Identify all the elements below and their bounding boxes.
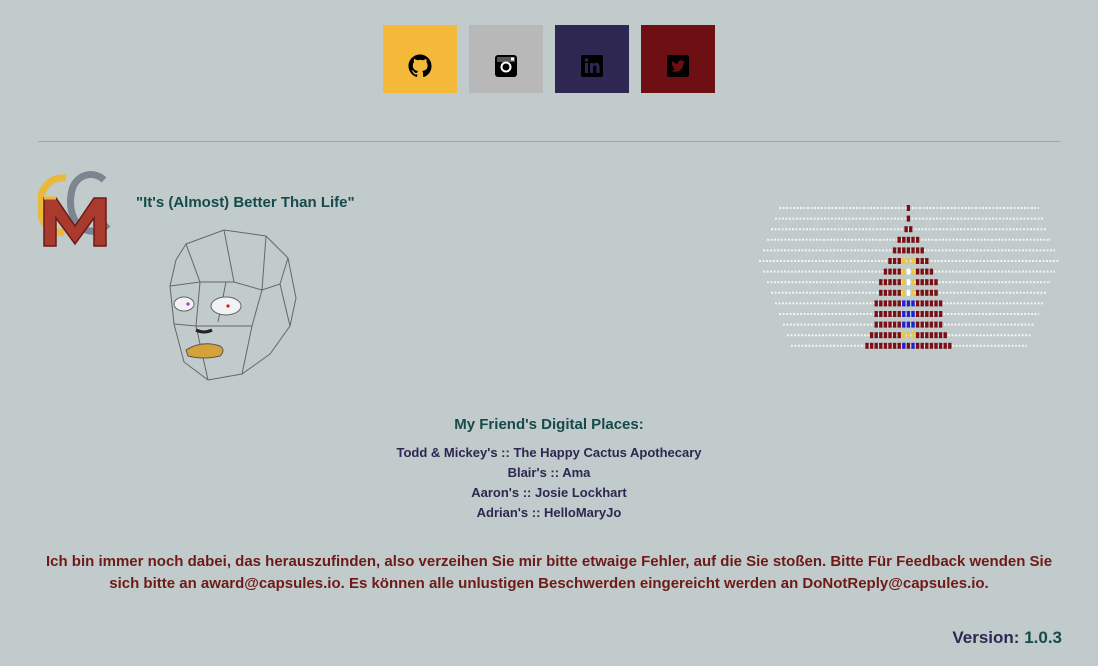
friend-link-1[interactable]: Blair's :: Ama <box>0 463 1098 483</box>
linkedin-icon <box>581 55 603 77</box>
version-info: Version: 1.0.3 <box>952 628 1062 648</box>
friend-link-0[interactable]: Todd & Mickey's :: The Happy Cactus Apot… <box>0 443 1098 463</box>
social-links <box>383 25 715 93</box>
friend-link-2[interactable]: Aaron's :: Josie Lockhart <box>0 483 1098 503</box>
face-illustration <box>169 229 297 381</box>
friends-heading: My Friend's Digital Places: <box>454 416 644 433</box>
version-number: 1.0.3 <box>1024 628 1062 647</box>
linkedin-button[interactable] <box>555 25 629 93</box>
feedback-notice: Ich bin immer noch dabei, das herauszufi… <box>45 553 1053 592</box>
ascii-pyramid-art <box>759 205 1059 349</box>
friends-list: Todd & Mickey's :: The Happy Cactus Apot… <box>0 443 1098 523</box>
friend-link-3[interactable]: Adrian's :: HelloMaryJo <box>0 503 1098 523</box>
twitter-button[interactable] <box>641 25 715 93</box>
tagline: "It's (Almost) Better Than Life" <box>136 194 355 211</box>
divider <box>38 141 1060 142</box>
github-button[interactable] <box>383 25 457 93</box>
twitter-icon <box>667 55 689 77</box>
version-label: Version: <box>952 628 1020 647</box>
instagram-icon <box>495 55 517 77</box>
github-icon <box>408 54 432 78</box>
instagram-button[interactable] <box>469 25 543 93</box>
cm-logo <box>38 171 111 247</box>
